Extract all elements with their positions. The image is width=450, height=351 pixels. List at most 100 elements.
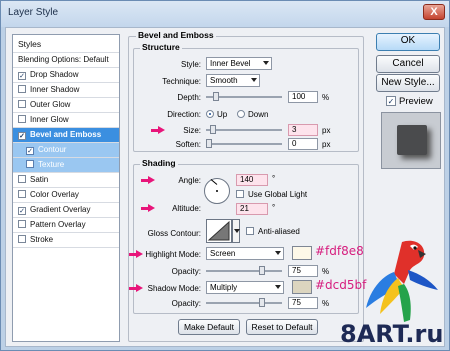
styles-list-item-label: Stroke — [30, 235, 54, 244]
highlight-opacity-slider[interactable] — [206, 266, 282, 276]
depth-input[interactable]: 100 — [288, 91, 318, 103]
soften-input[interactable]: 0 — [288, 138, 318, 150]
slider-thumb[interactable] — [213, 92, 219, 101]
styles-list-item-label: Pattern Overlay — [30, 220, 86, 229]
gloss-contour-dropdown[interactable] — [232, 219, 240, 243]
slider-thumb[interactable] — [259, 298, 265, 307]
shading-title: Shading — [140, 158, 178, 168]
shadow-mode-select[interactable]: Multiply — [206, 281, 284, 294]
window-title: Layer Style — [8, 7, 59, 18]
shadow-mode-value: Multiply — [210, 283, 238, 292]
highlight-mode-value: Screen — [210, 249, 236, 258]
parrot-logo-icon — [366, 240, 438, 322]
style-select[interactable]: Inner Bevel — [206, 57, 272, 70]
style-label: Style: — [180, 60, 201, 69]
soften-label: Soften: — [175, 140, 201, 149]
shadow-hex-annotation: #dcd5bf — [315, 278, 367, 292]
highlight-hex-annotation: #fdf8e8 — [315, 244, 364, 258]
style-value: Inner Bevel — [210, 59, 251, 68]
direction-label: Direction: — [167, 110, 201, 119]
technique-select[interactable]: Smooth — [206, 74, 260, 87]
styles-list-item[interactable]: Color Overlay — [13, 188, 119, 203]
style-checkbox[interactable]: ✓ — [18, 72, 26, 80]
styles-list-item-label: Outer Glow — [30, 100, 71, 109]
style-checkbox[interactable] — [18, 175, 26, 183]
direction-up-radio[interactable] — [206, 110, 214, 118]
highlight-opacity-unit: % — [322, 267, 330, 276]
shadow-color-swatch[interactable] — [292, 280, 312, 294]
angle-dial[interactable] — [204, 178, 230, 204]
technique-value: Smooth — [210, 76, 238, 85]
close-button[interactable]: X — [423, 4, 445, 20]
style-checkbox[interactable]: ✓ — [26, 147, 34, 155]
technique-label: Technique: — [162, 77, 201, 86]
styles-list-item[interactable]: ✓ Gradient Overlay — [13, 203, 119, 218]
shadow-opacity-slider[interactable] — [206, 298, 282, 308]
direction-down-radio[interactable] — [237, 110, 245, 118]
chevron-down-icon — [263, 61, 269, 65]
shadow-opacity-label: Opacity: — [171, 299, 201, 308]
styles-list-item[interactable]: Inner Shadow — [13, 83, 119, 98]
title-bar[interactable]: Layer Style X — [1, 1, 449, 27]
gloss-contour-picker[interactable] — [206, 219, 232, 243]
styles-list-item-label: Color Overlay — [30, 190, 79, 199]
highlight-mode-select[interactable]: Screen — [206, 247, 284, 260]
styles-list-item[interactable]: Stroke — [13, 233, 119, 248]
soften-slider[interactable] — [206, 139, 282, 149]
styles-list-item[interactable]: Outer Glow — [13, 98, 119, 113]
shadow-mode-label: Shadow Mode: — [147, 284, 201, 293]
style-checkbox[interactable]: ✓ — [18, 132, 26, 140]
styles-list-item-label: Blending Options: Default — [18, 55, 109, 64]
styles-header[interactable]: Styles — [13, 35, 119, 53]
style-checkbox[interactable] — [18, 190, 26, 198]
styles-list-item[interactable]: ✓ Contour — [13, 143, 119, 158]
slider-track — [206, 129, 282, 131]
styles-list-item[interactable]: ✓ Drop Shadow — [13, 68, 119, 83]
depth-slider[interactable] — [206, 92, 282, 102]
styles-list-item[interactable]: Texture — [13, 158, 119, 173]
new-style-button[interactable]: New Style... — [376, 74, 440, 92]
style-checkbox[interactable] — [18, 85, 26, 93]
style-preview-thumbnail — [381, 112, 441, 169]
size-slider[interactable] — [206, 125, 282, 135]
contour-curve-icon — [207, 220, 230, 241]
shadow-opacity-input[interactable]: 75 — [288, 297, 318, 309]
ok-button[interactable]: OK — [376, 33, 440, 51]
angle-indicator — [210, 178, 218, 185]
slider-thumb[interactable] — [210, 125, 216, 134]
angle-input[interactable]: 140 — [236, 174, 268, 186]
styles-list-item[interactable]: Inner Glow — [13, 113, 119, 128]
style-checkbox[interactable] — [18, 115, 26, 123]
size-input[interactable]: 3 — [288, 124, 318, 136]
chevron-down-icon — [275, 285, 281, 289]
preview-square — [397, 125, 427, 155]
slider-thumb[interactable] — [206, 139, 212, 148]
layer-style-dialog: Layer Style X Styles Blending Options: D… — [0, 0, 450, 351]
style-checkbox[interactable] — [26, 160, 34, 168]
styles-list-item[interactable]: ✓ Bevel and Emboss — [13, 128, 119, 143]
size-label: Size: — [183, 126, 201, 135]
cancel-button[interactable]: Cancel — [376, 55, 440, 73]
chevron-down-icon — [234, 229, 240, 233]
styles-list-item[interactable]: Pattern Overlay — [13, 218, 119, 233]
style-checkbox[interactable] — [18, 100, 26, 108]
altitude-input[interactable]: 21 — [236, 203, 268, 215]
styles-list-item[interactable]: Blending Options: Default — [13, 53, 119, 68]
styles-list-item-label: Texture — [38, 160, 65, 169]
reset-to-default-button[interactable]: Reset to Default — [246, 319, 318, 335]
style-checkbox[interactable] — [18, 220, 26, 228]
slider-thumb[interactable] — [259, 266, 265, 275]
styles-list-item[interactable]: Satin — [13, 173, 119, 188]
use-global-light-checkbox[interactable] — [236, 190, 244, 198]
direction-down-label: Down — [248, 110, 269, 119]
anti-aliased-checkbox[interactable] — [246, 227, 254, 235]
highlight-opacity-input[interactable]: 75 — [288, 265, 318, 277]
make-default-button[interactable]: Make Default — [178, 319, 240, 335]
highlight-color-swatch[interactable] — [292, 246, 312, 260]
highlight-opacity-label: Opacity: — [171, 267, 201, 276]
style-checkbox[interactable]: ✓ — [18, 207, 26, 215]
depth-label: Depth: — [177, 93, 201, 102]
styles-list-item-label: Inner Shadow — [30, 85, 80, 94]
preview-checkbox[interactable]: ✓ — [386, 96, 396, 106]
style-checkbox[interactable] — [18, 235, 26, 243]
